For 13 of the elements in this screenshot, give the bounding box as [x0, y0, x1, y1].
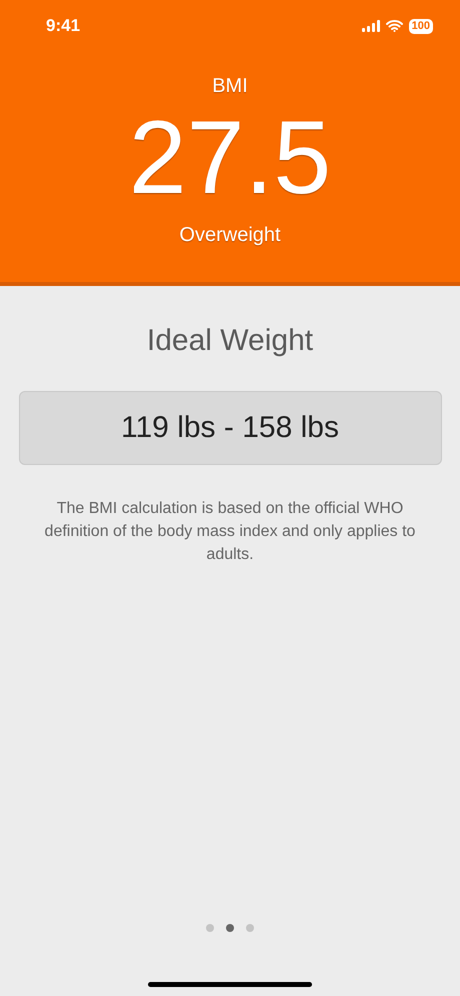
bmi-label: BMI — [212, 75, 248, 98]
bmi-value: 27.5 — [128, 106, 332, 210]
weight-range: 119 lbs - 158 lbs — [18, 391, 442, 465]
section-title: Ideal Weight — [146, 324, 314, 358]
page-dot[interactable] — [206, 924, 214, 932]
bmi-category: Overweight — [179, 224, 281, 247]
wifi-icon — [386, 20, 403, 32]
status-time: 9:41 — [46, 16, 80, 36]
info-text: The BMI calculation is based on the official WHO definition of the body mass index and only applies to adults. — [44, 499, 416, 565]
page-dot[interactable] — [226, 924, 234, 932]
page-dot[interactable] — [246, 924, 254, 932]
battery-icon: 100 — [408, 18, 433, 34]
signal-icon — [362, 20, 380, 32]
